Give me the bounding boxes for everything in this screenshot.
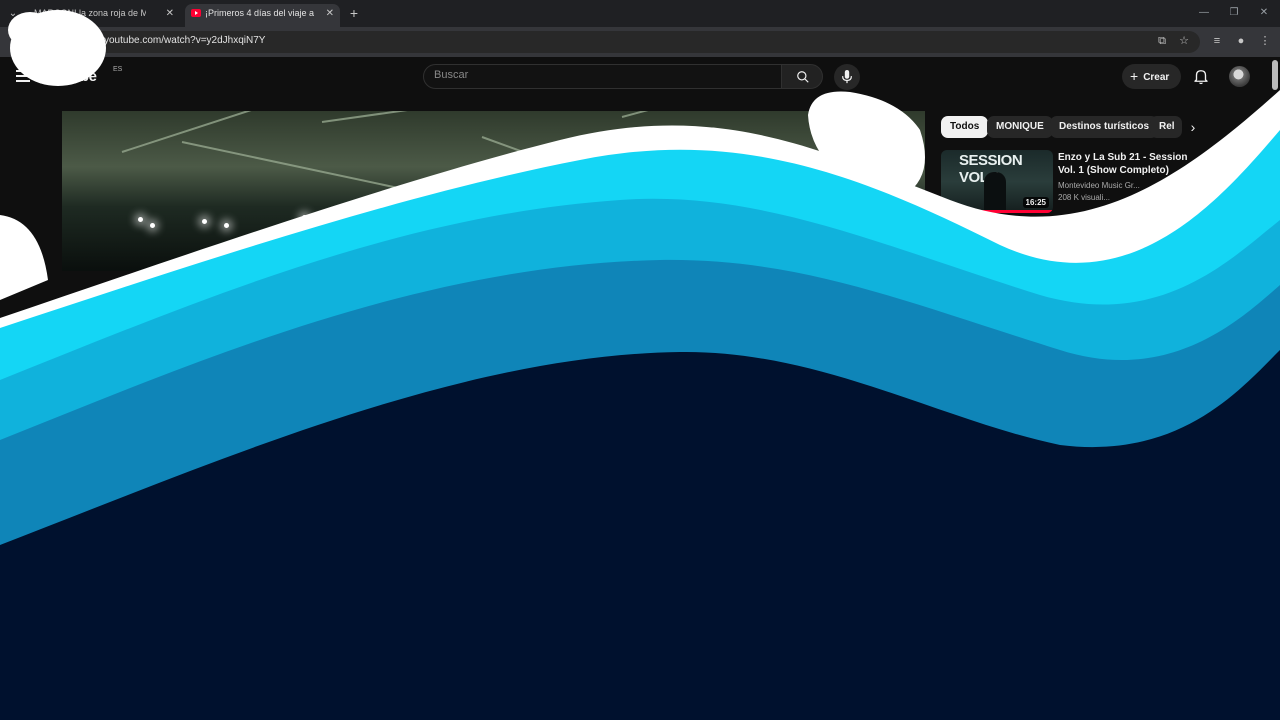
palm-frond — [481, 136, 708, 221]
menu-kebab-icon[interactable]: ⋮ — [1257, 33, 1273, 49]
minimize-icon[interactable]: — — [1196, 5, 1212, 21]
chevron-right-icon[interactable]: › — [1185, 119, 1201, 135]
search-input[interactable] — [434, 69, 764, 81]
street-light — [224, 223, 229, 228]
palm-frond — [321, 111, 521, 123]
youtube-logo[interactable]: YouTube — [38, 68, 97, 85]
youtube-masthead: YouTube ES + Crear — [0, 57, 1280, 97]
tab-title: MARCONI la zona roja de Mont — [34, 8, 146, 18]
new-tab-icon[interactable]: + — [346, 5, 362, 21]
chip-related[interactable]: Rel — [1150, 116, 1182, 138]
chip-destinos[interactable]: Destinos turísticos — [1050, 116, 1159, 138]
page-scrollbar[interactable] — [1272, 60, 1278, 90]
street-light — [202, 219, 207, 224]
menu-hamburger-icon[interactable] — [16, 70, 30, 82]
restore-icon[interactable]: ❐ — [1226, 5, 1242, 21]
street-light — [138, 217, 143, 222]
recommended-video-title[interactable]: Enzo y La Sub 21 - Session Vol. 1 (Show … — [1058, 151, 1188, 177]
profile-icon[interactable]: ● — [1233, 33, 1249, 49]
search-box[interactable] — [423, 64, 782, 89]
tab-search-icon[interactable]: ⌄ — [5, 6, 21, 22]
plus-icon: + — [1130, 68, 1139, 84]
country-code: ES — [113, 66, 123, 73]
palm-frond — [181, 141, 398, 189]
browser-toolbar: youtube.com/watch?v=y2dJhxqiN7Y ⧉ ☆ ≡ ● … — [0, 27, 1280, 57]
white-blob — [0, 215, 48, 300]
browser-tab[interactable]: MARCONI la zona roja de Mont ✕ — [28, 4, 180, 27]
voice-search-button[interactable] — [834, 64, 860, 90]
screen: ⌄ MARCONI la zona roja de Mont ✕ ¡Primer… — [0, 0, 1280, 720]
wave-deep-navy — [0, 350, 1280, 720]
palm-frond — [711, 161, 876, 239]
thumbnail-text: SESSION VOL.1 — [959, 152, 1023, 186]
bookmark-star-icon[interactable]: ☆ — [1176, 33, 1192, 49]
close-tab-icon[interactable]: ✕ — [326, 4, 334, 23]
watch-progress-bar — [941, 210, 1053, 213]
wave-overlay — [0, 10, 1280, 720]
browser-tab-strip: ⌄ MARCONI la zona roja de Mont ✕ ¡Primer… — [0, 0, 1280, 27]
view-count: 208 K visuali... — [1058, 193, 1111, 202]
chip-monique[interactable]: MONIQUE — [987, 116, 1053, 138]
search-icon — [797, 71, 809, 83]
video-player[interactable] — [62, 111, 925, 271]
wave-mid-blue — [0, 259, 1280, 720]
chip-todos[interactable]: Todos — [941, 116, 989, 138]
user-avatar[interactable] — [1229, 66, 1250, 87]
tab-title: ¡Primeros 4 días del viaje a Pana — [205, 8, 317, 18]
create-button[interactable]: + Crear — [1122, 64, 1181, 89]
address-bar[interactable]: youtube.com/watch?v=y2dJhxqiN7Y — [90, 31, 1200, 53]
install-app-icon[interactable]: ⧉ — [1154, 33, 1170, 49]
close-tab-icon[interactable]: ✕ — [166, 4, 174, 23]
video-duration: 16:25 — [1022, 197, 1049, 208]
browser-tab-active[interactable]: ¡Primeros 4 días del viaje a Pana ✕ — [185, 4, 340, 27]
wave-light-blue — [0, 198, 1280, 720]
url-text: youtube.com/watch?v=y2dJhxqiN7Y — [104, 35, 266, 46]
search-button[interactable] — [781, 64, 823, 89]
create-label: Crear — [1143, 72, 1170, 83]
video-thumbnail[interactable]: SESSION VOL.1 16:25 — [941, 150, 1053, 213]
channel-name[interactable]: Montevideo Music Gr... — [1058, 180, 1188, 192]
youtube-favicon-icon — [191, 9, 201, 17]
street-light — [302, 215, 307, 220]
palm-frond — [621, 111, 816, 118]
recommended-video-meta: Montevideo Music Gr... 208 K visuali... — [1058, 180, 1188, 204]
media-controls-icon[interactable]: ≡ — [1209, 33, 1225, 49]
street-light — [150, 223, 155, 228]
notifications-bell-icon[interactable] — [1192, 67, 1210, 85]
close-window-icon[interactable]: ✕ — [1256, 5, 1272, 21]
microphone-icon — [842, 70, 852, 84]
thumbnail-figure — [984, 172, 1006, 210]
